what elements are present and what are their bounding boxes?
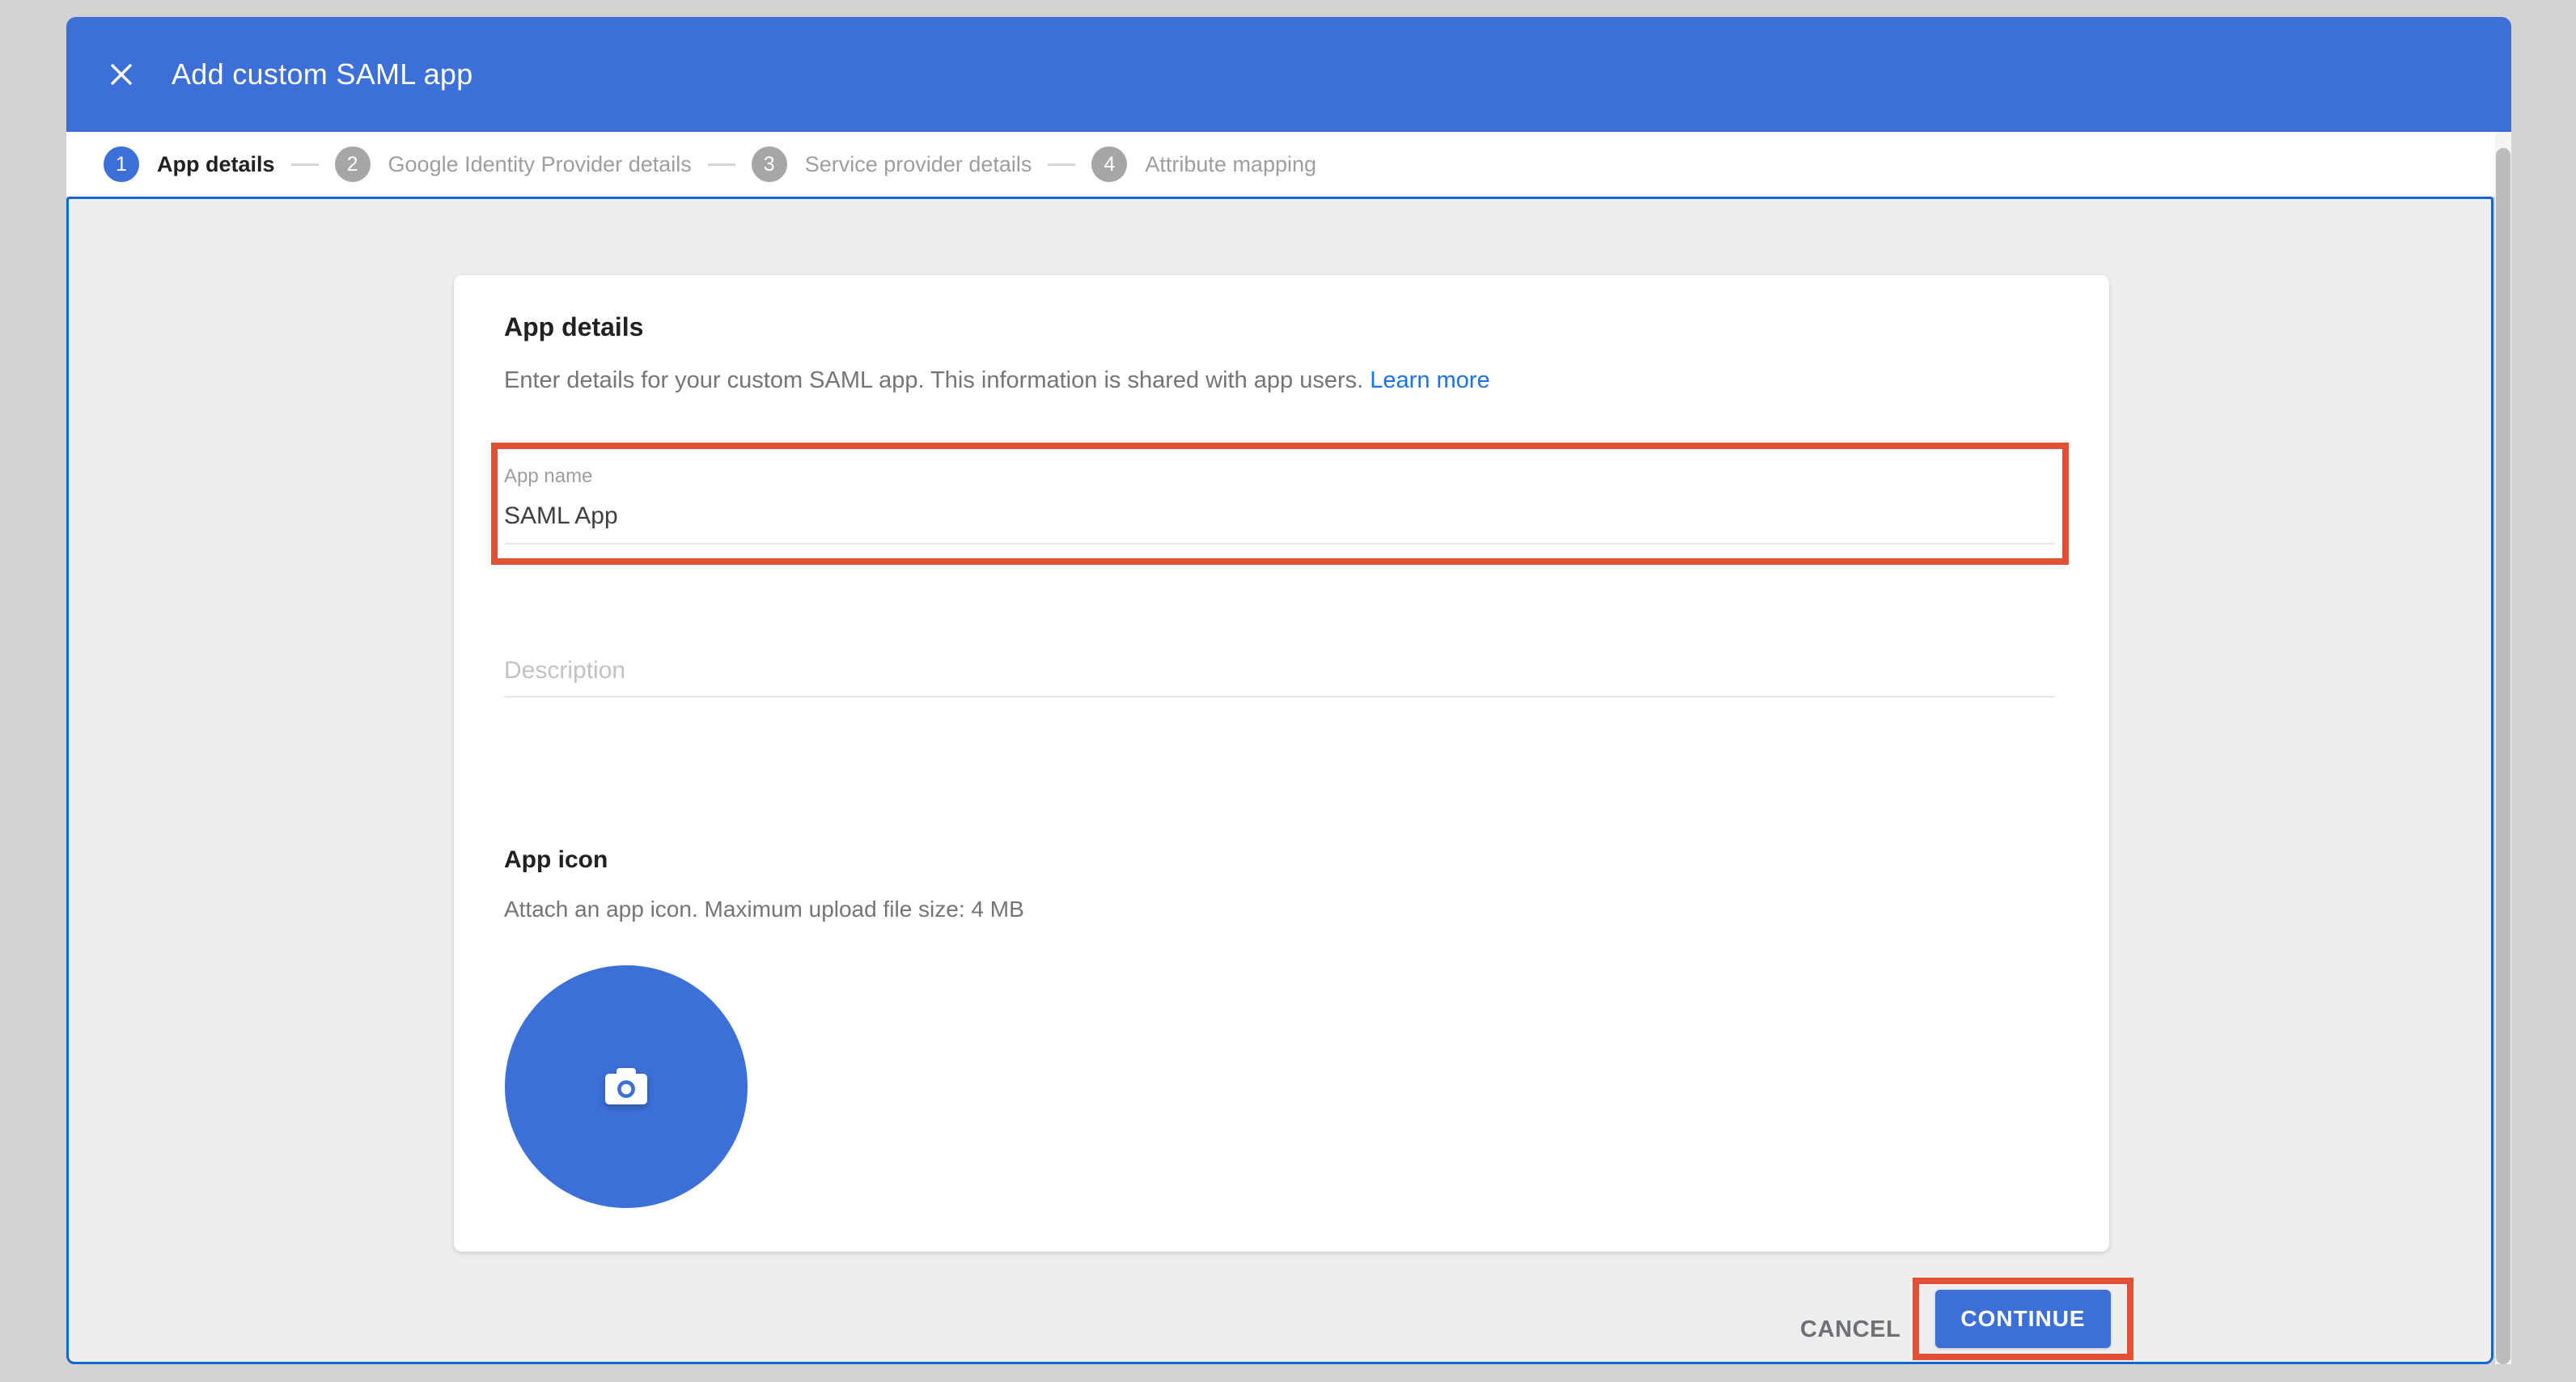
learn-more-link[interactable]: Learn more — [1370, 367, 1489, 393]
camera-icon — [605, 1068, 647, 1105]
app-name-input[interactable]: SAML App — [504, 502, 618, 530]
cancel-button[interactable]: CANCEL — [1800, 1311, 1900, 1348]
wizard-stepper: 1 App details 2 Google Identity Provider… — [66, 132, 2511, 197]
description-underline — [504, 696, 2054, 697]
section-description: Enter details for your custom SAML app. … — [504, 367, 1490, 394]
step-attribute-mapping: 4 Attribute mapping — [1091, 146, 1332, 182]
dialog-content-area: App details Enter details for your custo… — [66, 197, 2493, 1364]
step-app-details: 1 App details — [104, 146, 291, 182]
continue-button[interactable]: CONTINUE — [1935, 1290, 2111, 1348]
section-title: App details — [504, 312, 643, 342]
app-icon-help-text: Attach an app icon. Maximum upload file … — [504, 897, 1024, 922]
step-3-label: Service provider details — [805, 152, 1032, 177]
annotation-box-app-name: App name SAML App — [491, 443, 2069, 565]
step-2-label: Google Identity Provider details — [388, 152, 692, 177]
close-x-glyph — [109, 62, 133, 87]
step-google-idp-details: 2 Google Identity Provider details — [335, 146, 708, 182]
annotation-box-continue: CONTINUE — [1913, 1278, 2133, 1360]
section-description-text: Enter details for your custom SAML app. … — [504, 367, 1363, 393]
step-1-circle: 1 — [104, 146, 139, 182]
step-service-provider-details: 3 Service provider details — [752, 146, 1049, 182]
app-icon-title: App icon — [504, 846, 608, 874]
step-divider — [291, 163, 319, 166]
description-input[interactable]: Description — [504, 657, 625, 685]
scrollbar-thumb[interactable] — [2496, 148, 2510, 1364]
step-4-circle: 4 — [1091, 146, 1127, 182]
step-2-circle: 2 — [335, 146, 371, 182]
app-name-label: App name — [504, 465, 592, 488]
step-1-label: App details — [157, 152, 275, 177]
step-divider — [1048, 163, 1075, 166]
step-4-label: Attribute mapping — [1145, 152, 1316, 177]
dialog-header: Add custom SAML app — [66, 17, 2511, 132]
step-3-circle: 3 — [752, 146, 787, 182]
close-icon[interactable] — [104, 57, 139, 92]
step-divider — [708, 163, 735, 166]
app-icon-upload-button[interactable] — [505, 965, 748, 1208]
dialog-title: Add custom SAML app — [172, 57, 473, 91]
app-name-underline — [504, 543, 2054, 545]
app-details-card: App details Enter details for your custo… — [454, 275, 2109, 1252]
